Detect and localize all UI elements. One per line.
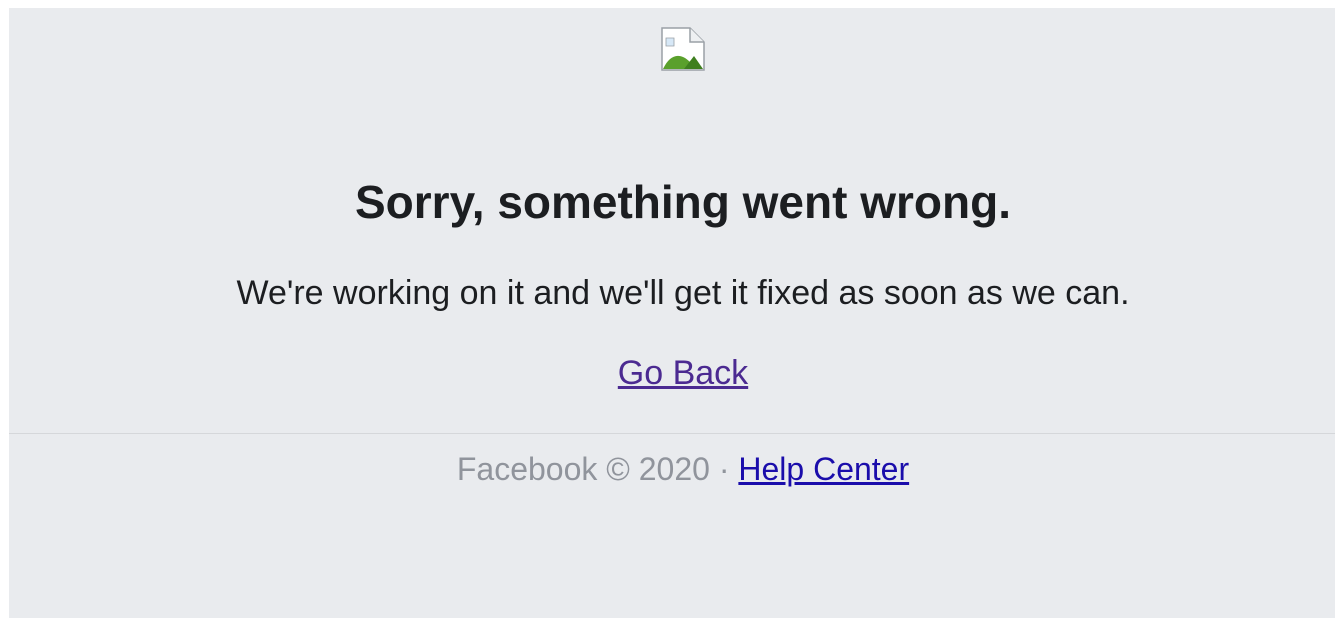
- footer: Facebook © 2020 · Help Center: [9, 449, 1338, 489]
- back-row: Go Back: [9, 352, 1338, 394]
- footer-brand: Facebook: [456, 451, 598, 487]
- broken-image-icon: [661, 27, 705, 71]
- footer-copyright-symbol: ©: [606, 451, 630, 487]
- error-headline: Sorry, something went wrong.: [355, 176, 1011, 228]
- footer-year: 2020: [638, 451, 710, 487]
- error-description: We're working on it and we'll get it fix…: [236, 274, 1130, 312]
- go-back-link[interactable]: Go Back: [618, 354, 748, 392]
- error-page: Sorry, something went wrong. We're worki…: [9, 8, 1335, 618]
- divider: [9, 433, 1335, 434]
- help-center-link[interactable]: Help Center: [738, 451, 909, 487]
- footer-separator: ·: [718, 451, 730, 487]
